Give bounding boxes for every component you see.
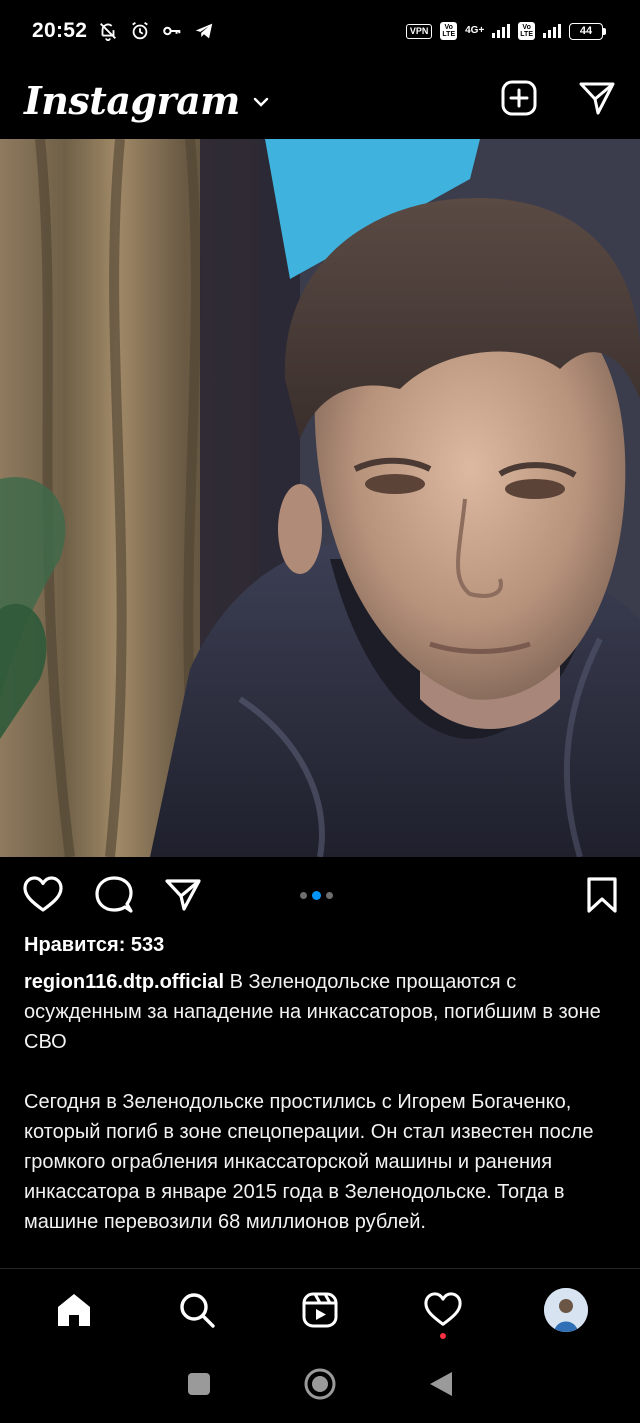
bottom-tab-bar xyxy=(0,1268,640,1350)
save-bookmark-icon[interactable] xyxy=(586,876,618,914)
activity-heart-icon[interactable] xyxy=(413,1291,473,1339)
network-type: 4G+ xyxy=(465,25,485,36)
profile-tab[interactable] xyxy=(536,1287,596,1332)
profile-avatar[interactable] xyxy=(544,1287,589,1332)
share-icon[interactable] xyxy=(164,877,202,913)
post-actions xyxy=(0,858,640,932)
battery-icon: 44 xyxy=(569,22,606,40)
key-icon xyxy=(161,20,183,42)
carousel-dot xyxy=(300,892,307,899)
home-circle-icon[interactable] xyxy=(303,1367,337,1406)
telegram-icon xyxy=(193,20,215,42)
alarm-icon xyxy=(129,20,151,42)
carousel-dot-active xyxy=(312,891,321,900)
like-heart-icon[interactable] xyxy=(22,875,64,915)
caption-body: Сегодня в Зеленодольске простились с Иго… xyxy=(24,1091,594,1233)
status-bar: 20:52 VPN Vo LTE 4G+ Vo LTE 44 xyxy=(0,0,640,62)
chevron-down-icon[interactable] xyxy=(252,95,270,113)
carousel-indicator xyxy=(300,891,333,900)
search-icon[interactable] xyxy=(167,1290,227,1330)
home-icon[interactable] xyxy=(44,1290,104,1330)
new-post-icon[interactable] xyxy=(500,79,538,122)
volte-icon-2: Vo LTE xyxy=(518,22,535,40)
volte-icon: Vo LTE xyxy=(440,22,458,40)
direct-messages-icon[interactable] xyxy=(578,79,616,122)
system-nav-bar xyxy=(0,1350,640,1423)
post-image[interactable] xyxy=(0,139,640,857)
notification-dot xyxy=(440,1332,447,1339)
carousel-dot xyxy=(326,892,333,899)
instagram-logo[interactable]: Instagram xyxy=(24,78,240,123)
signal-icon-2 xyxy=(543,24,561,38)
mute-bell-icon xyxy=(97,20,119,42)
signal-icon xyxy=(492,24,511,38)
reels-icon[interactable] xyxy=(290,1291,350,1329)
recents-square-icon[interactable] xyxy=(186,1371,212,1402)
app-header: Instagram xyxy=(0,62,640,138)
caption-username[interactable]: region116.dtp.official xyxy=(24,971,224,993)
comment-icon[interactable] xyxy=(94,875,134,915)
vpn-badge: VPN xyxy=(405,23,433,39)
post-caption: region116.dtp.official В Зеленодольске п… xyxy=(24,967,620,1267)
back-triangle-icon[interactable] xyxy=(428,1370,454,1403)
likes-count[interactable]: Нравится: 533 xyxy=(24,934,164,957)
battery-level: 44 xyxy=(569,22,603,40)
status-time: 20:52 xyxy=(32,19,88,42)
